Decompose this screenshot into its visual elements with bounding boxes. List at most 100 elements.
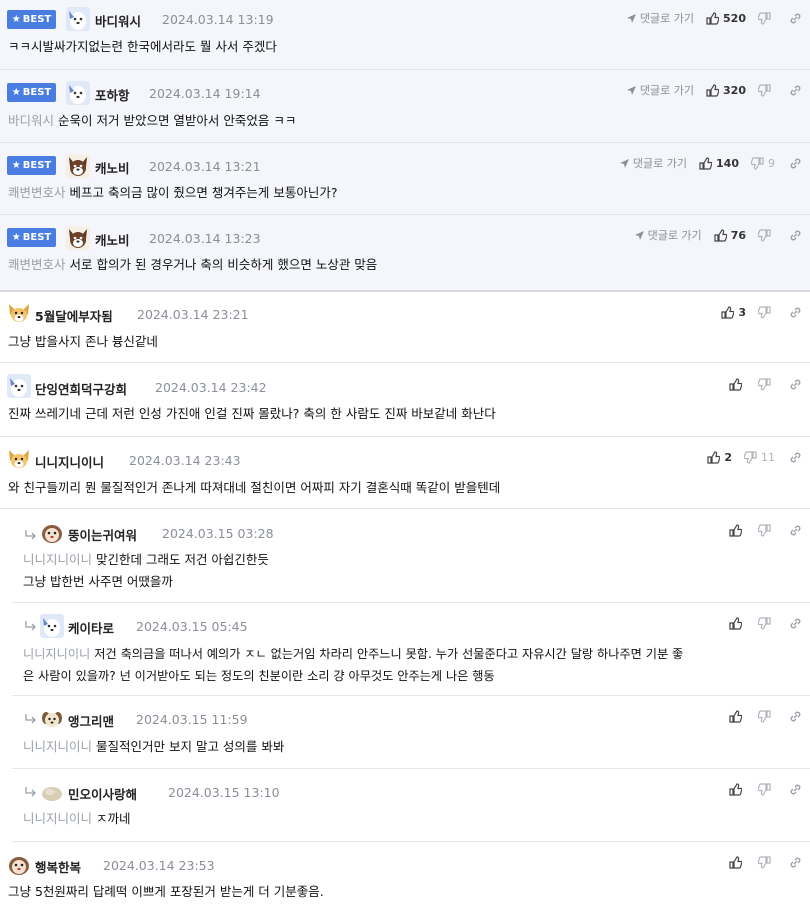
shiba-icon[interactable] [66, 154, 90, 178]
fox-icon[interactable] [7, 301, 31, 325]
link-icon[interactable] [789, 710, 802, 723]
blob-icon[interactable] [40, 780, 64, 804]
puppy-icon[interactable] [40, 521, 64, 545]
goto-parent-link[interactable]: 댓글로 가기 [626, 82, 694, 98]
send-icon [634, 230, 644, 240]
white-dog-icon[interactable] [7, 374, 31, 398]
reply-arrow-icon [25, 714, 36, 724]
upvote-button[interactable]: 2 [707, 451, 732, 464]
fox-icon[interactable] [7, 447, 31, 471]
upvote-button[interactable] [729, 855, 746, 869]
shiba-icon[interactable] [66, 226, 90, 250]
comment-tools [729, 708, 802, 724]
link-icon[interactable] [789, 12, 802, 25]
downvote-button[interactable] [758, 11, 775, 25]
mention[interactable]: 니니지니이니 [23, 739, 92, 754]
reply: 케이타로 2024.03.15 05:45 니니지니이니 저건 축의금을 떠나서 … [12, 603, 810, 696]
link-icon[interactable] [789, 306, 802, 319]
goto-parent-link[interactable]: 댓글로 가기 [634, 227, 702, 243]
link-icon[interactable] [789, 617, 802, 630]
link-icon[interactable] [789, 84, 802, 97]
thumbs-down-icon [758, 377, 771, 391]
comment-date: 2024.03.15 11:59 [136, 712, 248, 727]
best-badge: ★ BEST [7, 228, 56, 247]
comment-tools [729, 376, 802, 392]
reply-arrow-icon [25, 530, 36, 540]
comment-tools: 댓글로 가기 76 [634, 227, 802, 243]
link-icon[interactable] [789, 378, 802, 391]
link-icon[interactable] [789, 229, 802, 242]
upvote-button[interactable]: 3 [721, 306, 746, 319]
goto-parent-link[interactable]: 댓글로 가기 [626, 10, 694, 26]
downvote-button[interactable]: 9 [751, 157, 775, 170]
mention[interactable]: 니니지니이니 [23, 647, 90, 661]
white-dog-icon[interactable] [66, 7, 90, 31]
downvote-button[interactable] [758, 855, 775, 869]
upvote-button[interactable] [729, 782, 746, 796]
comment-tools [729, 854, 802, 870]
author-name[interactable]: 5월달에부자됨 [35, 306, 113, 325]
upvote-button[interactable] [729, 616, 746, 630]
comment-date: 2024.03.14 13:21 [149, 159, 261, 174]
author-name[interactable]: 케이타로 [68, 618, 114, 637]
thumbs-down-icon [758, 305, 771, 319]
best-badge: ★ BEST [7, 156, 56, 175]
downvote-button[interactable] [758, 83, 775, 97]
author-name[interactable]: 니니지니이니 [35, 452, 104, 471]
comment-body: 진짜 쓰레기네 근데 저런 인성 가진애 인걸 진짜 몰랐나? 축의 한 사람도… [8, 406, 496, 421]
downvote-button[interactable] [758, 377, 775, 391]
puppy-icon[interactable] [7, 853, 31, 877]
upvote-button[interactable]: 520 [706, 12, 746, 25]
mention[interactable]: 바디워시 [8, 113, 54, 128]
link-icon[interactable] [789, 157, 802, 170]
upvote-button[interactable]: 320 [706, 84, 746, 97]
downvote-button[interactable] [758, 305, 775, 319]
reply: 앵그리맨 2024.03.15 11:59 니니지니이니 물질적인거만 보지 말고… [12, 696, 810, 769]
author-name[interactable]: 민오이사랑해 [68, 784, 137, 803]
author-name[interactable]: 캐노비 [95, 158, 130, 177]
downvote-button[interactable]: 11 [744, 451, 775, 464]
upvote-button[interactable] [729, 523, 746, 537]
thumbs-down-icon [758, 11, 771, 25]
comment-body: 와 친구들끼리 뭔 물질적인거 존나게 따져대네 절친이면 어짜피 자기 결혼식… [8, 480, 501, 495]
thumbs-down-icon [744, 450, 757, 464]
mention[interactable]: 니니지니이니 [23, 811, 92, 826]
author-name[interactable]: 뚱이는귀여워 [68, 525, 137, 544]
comment-body: 니니지니이니 ㅈ까네 [23, 811, 131, 826]
thumbs-up-icon [706, 83, 720, 97]
send-icon [626, 13, 636, 23]
author-name[interactable]: 단잉연희덕구강희 [35, 379, 127, 398]
mention[interactable]: 니니지니이니 [23, 552, 92, 567]
downvote-button[interactable] [758, 616, 775, 630]
author-name[interactable]: 바디워시 [95, 11, 141, 30]
downvote-button[interactable] [758, 523, 775, 537]
downvote-button[interactable] [758, 228, 775, 242]
author-name[interactable]: 캐노비 [95, 230, 130, 249]
link-icon[interactable] [789, 524, 802, 537]
thumbs-down-icon [758, 782, 771, 796]
comment-body: 니니지니이니 저건 축의금을 떠나서 예의가 ㅈㄴ 없는거임 차라리 안주느니 못… [23, 647, 684, 683]
link-icon[interactable] [789, 856, 802, 869]
white-dog-icon[interactable] [66, 81, 90, 105]
goto-parent-link[interactable]: 댓글로 가기 [619, 155, 687, 171]
thumbs-up-icon [699, 156, 713, 170]
link-icon[interactable] [789, 451, 802, 464]
send-icon [619, 158, 629, 168]
author-name[interactable]: 포하항 [95, 85, 130, 104]
upvote-button[interactable] [729, 377, 746, 391]
comment-date: 2024.03.14 23:21 [137, 307, 249, 322]
author-name[interactable]: 앵그리맨 [68, 711, 114, 730]
mention[interactable]: 쾌변변호사 [8, 257, 66, 272]
white-dog-icon[interactable] [40, 614, 64, 638]
downvote-button[interactable] [758, 709, 775, 723]
upvote-button[interactable] [729, 709, 746, 723]
link-icon[interactable] [789, 783, 802, 796]
mention[interactable]: 쾌변변호사 [8, 185, 66, 200]
small-dog-icon[interactable] [40, 707, 64, 731]
comment-tools: 2 11 [707, 449, 802, 465]
downvote-button[interactable] [758, 782, 775, 796]
author-name[interactable]: 행복한복 [35, 857, 81, 876]
upvote-button[interactable]: 76 [714, 229, 746, 242]
comment-date: 2024.03.14 13:19 [162, 12, 274, 27]
upvote-button[interactable]: 140 [699, 157, 739, 170]
